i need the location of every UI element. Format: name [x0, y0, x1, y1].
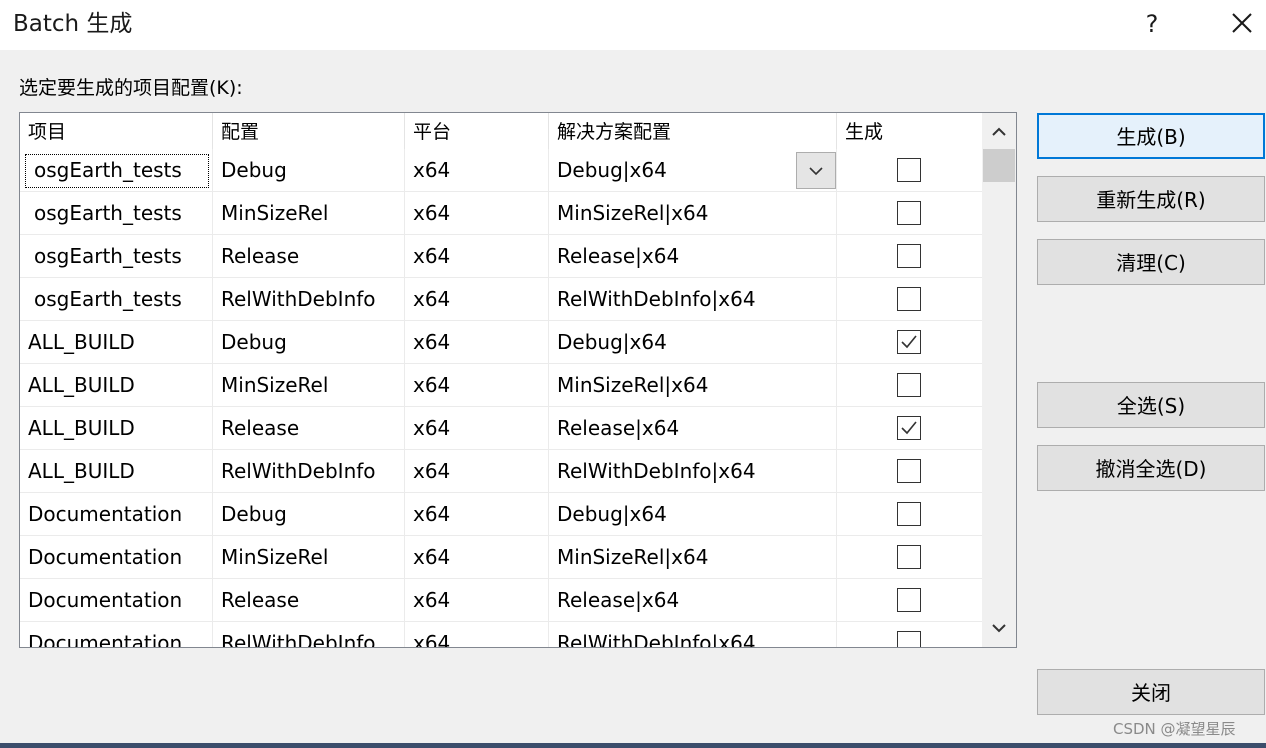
- cell-solution-config[interactable]: Release|x64: [549, 579, 837, 622]
- cell-solution-config[interactable]: MinSizeRel|x64: [549, 364, 837, 407]
- build-checkbox[interactable]: [897, 416, 921, 440]
- column-header-solution-config[interactable]: 解决方案配置: [549, 113, 837, 149]
- cell-solution-config[interactable]: Debug|x64: [549, 493, 837, 536]
- cell-project[interactable]: osgEarth_tests: [20, 192, 213, 235]
- cell-platform[interactable]: x64: [405, 149, 549, 192]
- cell-project[interactable]: ALL_BUILD: [20, 450, 213, 493]
- cell-solution-config[interactable]: Debug|x64: [549, 321, 837, 364]
- build-checkbox[interactable]: [897, 502, 921, 526]
- cell-project[interactable]: Documentation: [20, 579, 213, 622]
- build-checkbox[interactable]: [897, 287, 921, 311]
- vertical-scrollbar[interactable]: [982, 113, 1016, 647]
- cell-platform[interactable]: x64: [405, 364, 549, 407]
- cell-configuration[interactable]: RelWithDebInfo: [213, 450, 405, 493]
- cell-project[interactable]: osgEarth_tests: [20, 149, 213, 192]
- cell-platform[interactable]: x64: [405, 192, 549, 235]
- cell-project[interactable]: osgEarth_tests: [20, 235, 213, 278]
- cell-platform[interactable]: x64: [405, 235, 549, 278]
- close-icon[interactable]: [1220, 4, 1264, 44]
- cell-solution-config[interactable]: MinSizeRel|x64: [549, 192, 837, 235]
- checkmark-icon: [901, 421, 917, 435]
- build-checkbox[interactable]: [897, 330, 921, 354]
- cell-solution-config[interactable]: RelWithDebInfo|x64: [549, 450, 837, 493]
- build-checkbox[interactable]: [897, 631, 921, 647]
- clean-button[interactable]: 清理(C): [1037, 239, 1265, 285]
- table-row[interactable]: osgEarth_tests Debug x64 Debug|x64: [20, 149, 982, 192]
- cell-configuration[interactable]: MinSizeRel: [213, 364, 405, 407]
- cell-solution-config[interactable]: RelWithDebInfo|x64: [549, 622, 837, 647]
- cell-configuration[interactable]: MinSizeRel: [213, 192, 405, 235]
- cell-configuration[interactable]: Debug: [213, 321, 405, 364]
- cell-configuration[interactable]: Release: [213, 235, 405, 278]
- build-button[interactable]: 生成(B): [1037, 113, 1265, 159]
- table-row[interactable]: osgEarth_tests RelWithDebInfo x64 RelWithDe…: [20, 278, 982, 321]
- cell-configuration[interactable]: Debug: [213, 149, 405, 192]
- table-row[interactable]: Documentation RelWithDebInfo x64 RelWithDeb…: [20, 622, 982, 647]
- cell-platform[interactable]: x64: [405, 278, 549, 321]
- cell-project[interactable]: ALL_BUILD: [20, 364, 213, 407]
- close-button[interactable]: 关闭: [1037, 669, 1265, 715]
- column-header-platform[interactable]: 平台: [405, 113, 549, 149]
- cell-configuration[interactable]: Debug: [213, 493, 405, 536]
- grid-header: 项目 配置 平台 解决方案配置 生成: [20, 113, 982, 149]
- project-config-label: 选定要生成的项目配置(K):: [19, 77, 243, 99]
- column-header-configuration[interactable]: 配置: [213, 113, 405, 149]
- watermark: CSDN @凝望星辰: [1113, 720, 1236, 738]
- table-row[interactable]: osgEarth_tests MinSizeRel x64 MinSizeRel|x6…: [20, 192, 982, 235]
- chevron-down-icon[interactable]: [796, 152, 836, 189]
- scroll-up-arrow-icon[interactable]: [982, 115, 1016, 149]
- cell-configuration[interactable]: RelWithDebInfo: [213, 622, 405, 647]
- table-row[interactable]: Documentation Release x64 Release|x64: [20, 579, 982, 622]
- build-checkbox[interactable]: [897, 201, 921, 225]
- table-row[interactable]: Documentation Debug x64 Debug|x64: [20, 493, 982, 536]
- cell-platform[interactable]: x64: [405, 493, 549, 536]
- cell-platform[interactable]: x64: [405, 622, 549, 647]
- cell-project[interactable]: Documentation: [20, 536, 213, 579]
- cell-platform[interactable]: x64: [405, 536, 549, 579]
- build-checkbox[interactable]: [897, 244, 921, 268]
- cell-solution-config[interactable]: MinSizeRel|x64: [549, 536, 837, 579]
- cell-platform[interactable]: x64: [405, 407, 549, 450]
- table-row[interactable]: ALL_BUILD MinSizeRel x64 MinSizeRel|x64: [20, 364, 982, 407]
- cell-configuration[interactable]: Release: [213, 579, 405, 622]
- title-bar: Batch 生成 ?: [0, 0, 1266, 50]
- table-row[interactable]: Documentation MinSizeRel x64 MinSizeRel|x64: [20, 536, 982, 579]
- build-checkbox[interactable]: [897, 459, 921, 483]
- cell-project[interactable]: ALL_BUILD: [20, 321, 213, 364]
- cell-project[interactable]: ALL_BUILD: [20, 407, 213, 450]
- cell-configuration[interactable]: MinSizeRel: [213, 536, 405, 579]
- table-row[interactable]: osgEarth_tests Release x64 Release|x64: [20, 235, 982, 278]
- rebuild-button[interactable]: 重新生成(R): [1037, 176, 1265, 222]
- background-strip: [0, 743, 1266, 748]
- help-button[interactable]: ?: [1132, 4, 1172, 44]
- scroll-down-arrow-icon[interactable]: [982, 611, 1016, 645]
- cell-solution-config[interactable]: Release|x64: [549, 407, 837, 450]
- cell-platform[interactable]: x64: [405, 450, 549, 493]
- table-row[interactable]: ALL_BUILD Release x64 Release|x64: [20, 407, 982, 450]
- select-all-button[interactable]: 全选(S): [1037, 382, 1265, 428]
- build-checkbox[interactable]: [897, 588, 921, 612]
- cell-project[interactable]: osgEarth_tests: [20, 278, 213, 321]
- build-checkbox[interactable]: [897, 158, 921, 182]
- deselect-all-button[interactable]: 撤消全选(D): [1037, 445, 1265, 491]
- build-checkbox[interactable]: [897, 373, 921, 397]
- cell-solution-config[interactable]: Debug|x64: [549, 149, 837, 192]
- checkmark-icon: [901, 335, 917, 349]
- column-header-build[interactable]: 生成: [837, 113, 982, 149]
- cell-platform[interactable]: x64: [405, 579, 549, 622]
- cell-solution-config[interactable]: RelWithDebInfo|x64: [549, 278, 837, 321]
- dialog-title: Batch 生成: [13, 11, 133, 37]
- cell-configuration[interactable]: RelWithDebInfo: [213, 278, 405, 321]
- cell-configuration[interactable]: Release: [213, 407, 405, 450]
- cell-project[interactable]: Documentation: [20, 622, 213, 647]
- cell-project[interactable]: Documentation: [20, 493, 213, 536]
- table-row[interactable]: ALL_BUILD Debug x64 Debug|x64: [20, 321, 982, 364]
- table-row[interactable]: ALL_BUILD RelWithDebInfo x64 RelWithDebInfo…: [20, 450, 982, 493]
- build-checkbox[interactable]: [897, 545, 921, 569]
- column-header-project[interactable]: 项目: [20, 113, 213, 149]
- scrollbar-thumb[interactable]: [983, 149, 1015, 182]
- cell-solution-config[interactable]: Release|x64: [549, 235, 837, 278]
- cell-platform[interactable]: x64: [405, 321, 549, 364]
- project-config-grid: 项目 配置 平台 解决方案配置 生成 osgEarth_tests Debug x6…: [19, 112, 1017, 648]
